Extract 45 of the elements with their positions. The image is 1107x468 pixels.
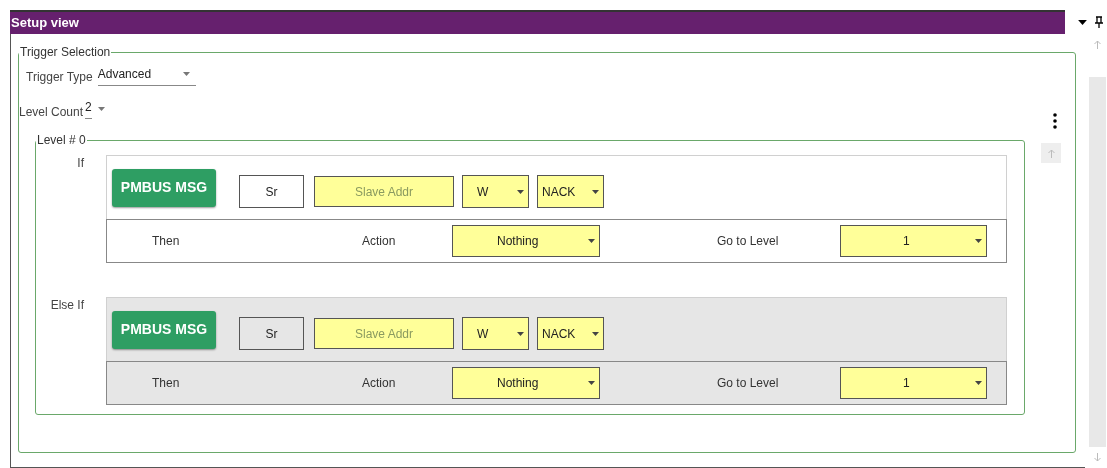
start-field[interactable]: Sr bbox=[239, 175, 304, 208]
caret-icon bbox=[1078, 19, 1087, 25]
caret-icon bbox=[97, 106, 105, 111]
window-title: Setup view bbox=[10, 10, 1065, 34]
then-label: Then bbox=[152, 375, 181, 392]
address-field[interactable]: Slave Addr bbox=[314, 318, 454, 349]
rw-dropdown[interactable]: W bbox=[462, 175, 529, 208]
action-label: Action bbox=[362, 233, 397, 250]
caret-icon bbox=[592, 331, 599, 336]
goto-dropdown[interactable]: 1 bbox=[840, 367, 987, 399]
action-dropdown[interactable]: Nothing bbox=[452, 225, 600, 257]
level-count-dropdown[interactable]: 2 bbox=[85, 98, 105, 121]
action-label: Action bbox=[362, 375, 397, 392]
caret-icon bbox=[517, 331, 524, 336]
arrow-down-icon bbox=[1094, 453, 1101, 462]
condition-panel[interactable]: PMBUS MSG Sr Slave Addr W NACK Then Action Nothing Go to Level 1 bbox=[106, 297, 1007, 405]
caret-icon bbox=[517, 189, 524, 194]
goto-dropdown[interactable]: 1 bbox=[840, 225, 987, 257]
goto-label: Go to Level bbox=[717, 233, 780, 250]
action-dropdown[interactable]: Nothing bbox=[452, 367, 600, 399]
level-count-label: Level Count bbox=[19, 104, 84, 121]
start-field[interactable]: Sr bbox=[239, 317, 304, 350]
group-legend: Level # 0 bbox=[36, 131, 87, 149]
caret-icon bbox=[588, 381, 595, 385]
ack-dropdown[interactable]: NACK bbox=[537, 175, 604, 208]
caret-icon bbox=[592, 189, 599, 194]
group-legend: Trigger Selection bbox=[19, 43, 112, 61]
trigger-type-label: Trigger Type bbox=[26, 69, 93, 86]
more-vertical-icon[interactable] bbox=[1053, 113, 1057, 129]
then-label: Then bbox=[152, 233, 181, 250]
caret-icon bbox=[182, 72, 190, 76]
condition-label: If bbox=[76, 155, 85, 172]
rw-dropdown[interactable]: W bbox=[462, 317, 529, 350]
pin-icon[interactable] bbox=[1095, 16, 1103, 28]
trigger-type-dropdown[interactable]: Advanced bbox=[97, 65, 196, 86]
address-field[interactable]: Slave Addr bbox=[314, 176, 454, 207]
arrow-up-icon bbox=[1094, 40, 1101, 49]
caret-icon bbox=[975, 381, 982, 385]
caret-icon bbox=[588, 239, 595, 243]
goto-label: Go to Level bbox=[717, 375, 780, 392]
condition-panel[interactable]: PMBUS MSG Sr Slave Addr W NACK Then Action Nothing Go to Level 1 bbox=[106, 155, 1007, 263]
ack-dropdown[interactable]: NACK bbox=[537, 317, 604, 350]
condition-label: Else If bbox=[49, 297, 85, 314]
caret-icon bbox=[975, 239, 982, 243]
arrow-up-icon bbox=[1047, 148, 1055, 158]
